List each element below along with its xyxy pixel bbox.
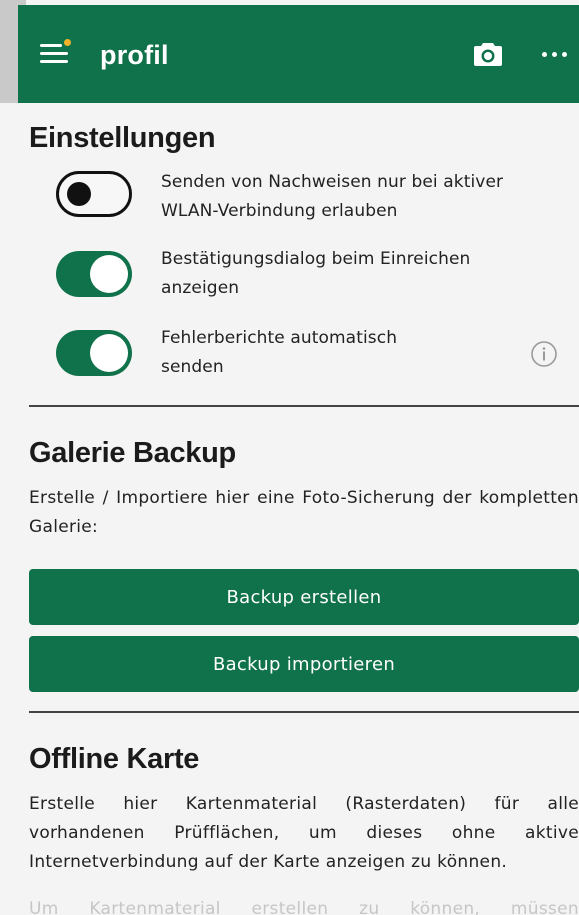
error-report-toggle[interactable]	[56, 330, 132, 376]
gallery-backup-heading: Galerie Backup	[29, 437, 236, 469]
setting-label-confirm: Bestätigungsdialog beim Einreichen anzei…	[161, 249, 471, 298]
confirm-dialog-toggle[interactable]	[56, 251, 132, 297]
section-divider	[29, 711, 579, 713]
more-icon[interactable]	[540, 47, 570, 61]
menu-icon[interactable]	[40, 39, 71, 67]
notification-dot	[64, 39, 71, 46]
info-icon[interactable]	[530, 340, 558, 368]
settings-heading: Einstellungen	[29, 122, 216, 154]
offline-map-heading: Offline Karte	[29, 743, 200, 775]
offline-map-description: Erstelle hier Kartenmaterial (Rasterdate…	[29, 794, 579, 872]
section-divider	[29, 405, 579, 407]
setting-label-wlan: Senden von Nachweisen nur bei aktiver WL…	[161, 172, 504, 221]
setting-row-errors: Fehlerberichte automatisch senden	[0, 324, 579, 386]
offline-map-hint: Um Kartenmaterial erstellen zu können, m…	[29, 899, 579, 915]
camera-icon[interactable]	[473, 41, 503, 67]
app-bar: profil	[18, 5, 579, 103]
create-backup-button[interactable]: Backup erstellen	[29, 569, 579, 625]
wlan-only-toggle[interactable]	[56, 171, 132, 217]
setting-row-confirm: Bestätigungsdialog beim Einreichen anzei…	[0, 245, 579, 307]
page-title: profil	[100, 40, 169, 70]
gallery-backup-description: Erstelle / Importiere hier eine Foto-Sic…	[29, 488, 579, 537]
import-backup-button[interactable]: Backup importieren	[29, 636, 579, 692]
setting-label-errors: Fehlerberichte automatisch senden	[161, 328, 398, 377]
setting-row-wlan: Senden von Nachweisen nur bei aktiver WL…	[0, 166, 579, 228]
